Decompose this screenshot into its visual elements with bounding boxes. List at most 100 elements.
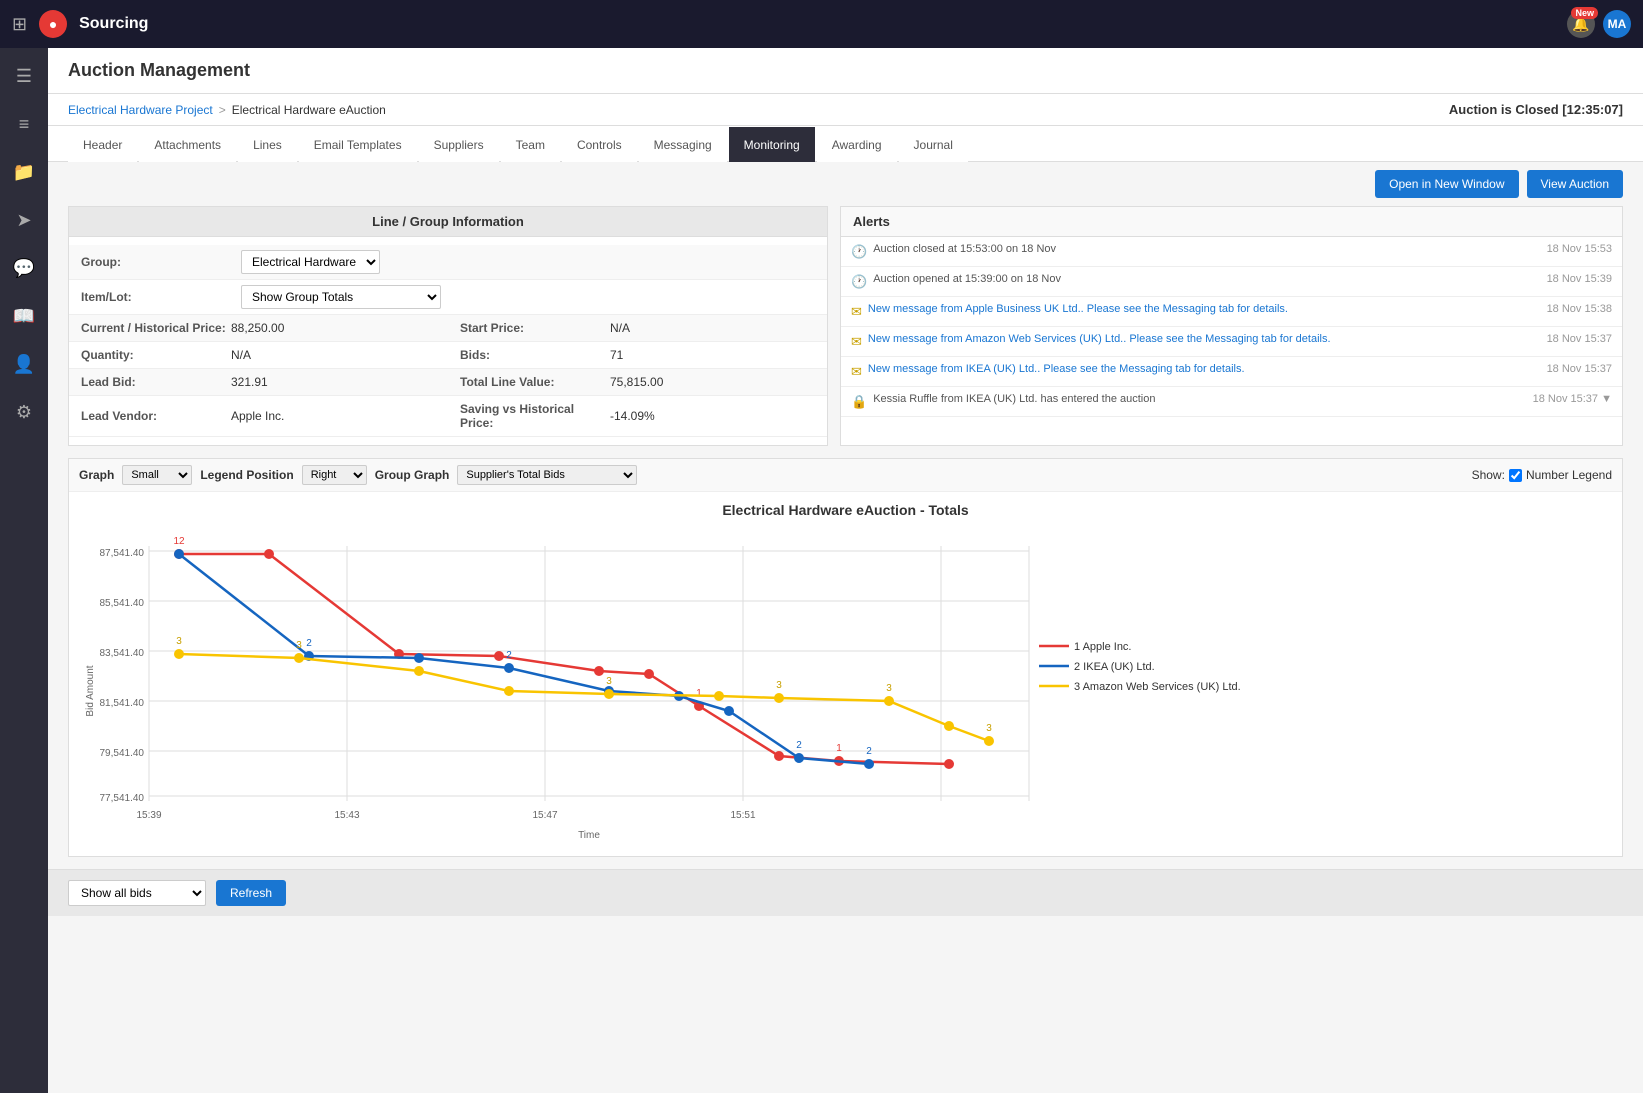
svg-text:3: 3 — [176, 636, 182, 647]
svg-text:3: 3 — [606, 676, 612, 687]
sidebar-list-icon[interactable]: ≡ — [4, 104, 44, 144]
sidebar-menu-icon[interactable]: ☰ — [4, 56, 44, 96]
sidebar-book-icon[interactable]: 📖 — [4, 296, 44, 336]
alert-time-5: 18 Nov 15:37 — [1547, 363, 1612, 375]
topbar-right: 🔔 New MA — [1567, 10, 1631, 38]
item-lot-select[interactable]: Show Group Totals — [241, 285, 441, 309]
tab-email-templates[interactable]: Email Templates — [299, 127, 417, 162]
saving-label: Saving vs Historical Price: — [460, 402, 610, 430]
svg-text:3 Amazon Web Services (UK) Ltd: 3 Amazon Web Services (UK) Ltd. — [1074, 681, 1241, 693]
chart-wrapper: 87,541.40 85,541.40 83,541.40 81,541.40 … — [79, 526, 1612, 846]
tab-lines[interactable]: Lines — [238, 127, 297, 162]
graph-section: Graph Small Medium Large Legend Position… — [68, 458, 1623, 857]
info-form: Group: Electrical Hardware Item/Lot: Sho… — [69, 237, 827, 445]
svg-text:3: 3 — [776, 680, 782, 691]
refresh-button[interactable]: Refresh — [216, 880, 286, 906]
graph-title: Electrical Hardware eAuction - Totals — [79, 502, 1612, 518]
tabs-bar: Header Attachments Lines Email Templates… — [48, 126, 1643, 162]
page-header: Auction Management — [48, 48, 1643, 94]
sidebar-chat-icon[interactable]: 💬 — [4, 248, 44, 288]
tab-team[interactable]: Team — [501, 127, 560, 162]
breadcrumb-current: Electrical Hardware eAuction — [232, 103, 386, 117]
auction-status: Auction is Closed [12:35:07] — [1449, 102, 1623, 117]
alert-time-6: 18 Nov 15:37 ▼ — [1533, 393, 1612, 405]
tab-attachments[interactable]: Attachments — [139, 127, 236, 162]
legend-pos-label: Legend Position — [200, 468, 293, 482]
tab-suppliers[interactable]: Suppliers — [419, 127, 499, 162]
saving-value: -14.09% — [610, 409, 655, 423]
breadcrumb-project-link[interactable]: Electrical Hardware Project — [68, 103, 213, 117]
group-graph-label: Group Graph — [375, 468, 450, 482]
avatar[interactable]: MA — [1603, 10, 1631, 38]
bottom-bar: Show all bids Show winning bids Show my … — [48, 869, 1643, 916]
open-new-window-button[interactable]: Open in New Window — [1375, 170, 1518, 198]
svg-text:1: 1 — [696, 688, 702, 699]
svg-text:1: 1 — [836, 743, 842, 754]
sidebar-person-icon[interactable]: 👤 — [4, 344, 44, 384]
alert-time-3: 18 Nov 15:38 — [1547, 303, 1612, 315]
bids-cell: Bids: 71 — [448, 342, 827, 368]
grid-icon[interactable]: ⊞ — [12, 14, 27, 35]
breadcrumb-bar: Electrical Hardware Project > Electrical… — [48, 94, 1643, 126]
graph-size-select[interactable]: Small Medium Large — [122, 465, 192, 485]
lead-bid-label: Lead Bid: — [81, 375, 231, 389]
content-area: Auction Management Electrical Hardware P… — [48, 48, 1643, 1093]
sidebar-gear-icon[interactable]: ⚙ — [4, 392, 44, 432]
item-lot-label: Item/Lot: — [81, 290, 241, 304]
svg-text:81,541.40: 81,541.40 — [100, 698, 145, 709]
group-select[interactable]: Electrical Hardware — [241, 250, 380, 274]
svg-text:79,541.40: 79,541.40 — [100, 748, 145, 759]
notifications[interactable]: 🔔 New — [1567, 10, 1595, 38]
page-title: Auction Management — [68, 60, 1623, 81]
svg-text:83,541.40: 83,541.40 — [100, 648, 145, 659]
tab-header[interactable]: Header — [68, 127, 137, 162]
qty-row: Quantity: N/A Bids: 71 — [69, 342, 827, 369]
svg-text:Time: Time — [578, 830, 600, 841]
alert-text-3[interactable]: New message from Apple Business UK Ltd..… — [868, 303, 1541, 315]
alert-text-5[interactable]: New message from IKEA (UK) Ltd.. Please … — [868, 363, 1541, 375]
alerts-header: Alerts — [841, 207, 1622, 237]
svg-text:2: 2 — [866, 746, 872, 757]
main-layout: ☰ ≡ 📁 ➤ 💬 📖 👤 ⚙ Auction Management Elect… — [0, 48, 1643, 1093]
number-legend-checkbox[interactable] — [1509, 469, 1522, 482]
lead-vendor-label: Lead Vendor: — [81, 409, 231, 423]
svg-text:2: 2 — [306, 638, 312, 649]
total-line-label: Total Line Value: — [460, 375, 610, 389]
bids-label: Bids: — [460, 348, 610, 362]
app-logo: ● — [39, 10, 67, 38]
total-line-value: 75,815.00 — [610, 375, 663, 389]
svg-text:3: 3 — [986, 723, 992, 734]
email-icon-2: ✉ — [851, 334, 862, 350]
alert-text-1: Auction closed at 15:53:00 on 18 Nov — [873, 243, 1540, 255]
current-price-cell: Current / Historical Price: 88,250.00 — [69, 315, 448, 341]
tab-messaging[interactable]: Messaging — [639, 127, 727, 162]
group-graph-select[interactable]: Supplier's Total Bids — [457, 465, 637, 485]
tab-controls[interactable]: Controls — [562, 127, 637, 162]
price-row: Current / Historical Price: 88,250.00 St… — [69, 315, 827, 342]
clock-icon-1: 🕐 — [851, 244, 867, 260]
view-auction-button[interactable]: View Auction — [1527, 170, 1624, 198]
tab-monitoring[interactable]: Monitoring — [729, 127, 815, 162]
svg-text:85,541.40: 85,541.40 — [100, 598, 145, 609]
alert-text-4[interactable]: New message from Amazon Web Services (UK… — [868, 333, 1541, 345]
alert-item-3: ✉ New message from Apple Business UK Ltd… — [841, 297, 1622, 327]
sidebar-arrow-icon[interactable]: ➤ — [4, 200, 44, 240]
graph-size-label: Graph — [79, 468, 114, 482]
bids-filter-select[interactable]: Show all bids Show winning bids Show my … — [68, 880, 206, 906]
action-bar: Open in New Window View Auction — [48, 162, 1643, 206]
start-price-label: Start Price: — [460, 321, 610, 335]
tab-awarding[interactable]: Awarding — [817, 127, 897, 162]
sidebar-folder-icon[interactable]: 📁 — [4, 152, 44, 192]
show-label: Show: — [1472, 468, 1505, 482]
notif-badge: New — [1571, 7, 1598, 19]
lead-vendor-value: Apple Inc. — [231, 409, 284, 423]
svg-text:15:39: 15:39 — [136, 810, 161, 821]
number-legend-label: Number Legend — [1526, 468, 1612, 482]
alerts-list: 🕐 Auction closed at 15:53:00 on 18 Nov 1… — [841, 237, 1622, 417]
legend-pos-select[interactable]: Right Left Bottom — [302, 465, 367, 485]
line-group-panel: Line / Group Information Group: Electric… — [68, 206, 828, 446]
tab-journal[interactable]: Journal — [899, 127, 968, 162]
email-icon-3: ✉ — [851, 364, 862, 380]
graph-show: Show: Number Legend — [1472, 468, 1612, 482]
svg-text:2: 2 — [796, 740, 802, 751]
